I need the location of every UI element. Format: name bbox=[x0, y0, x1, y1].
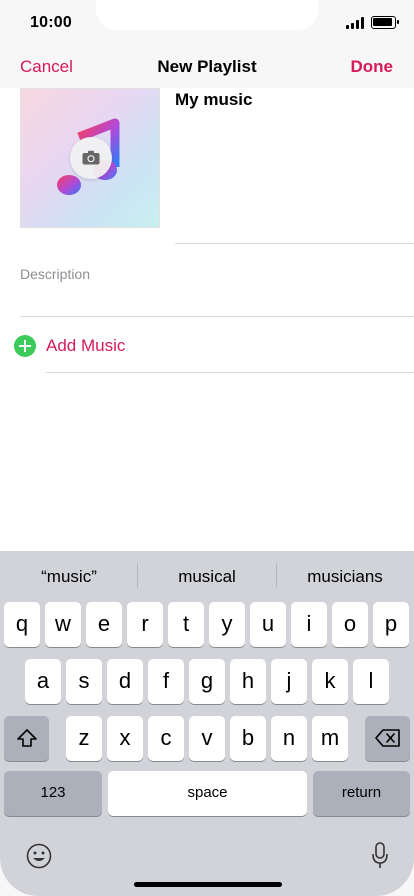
key-k[interactable]: k bbox=[312, 659, 348, 704]
key-h[interactable]: h bbox=[230, 659, 266, 704]
key-w[interactable]: w bbox=[45, 602, 81, 647]
backspace-icon bbox=[374, 729, 400, 747]
notch bbox=[96, 0, 318, 30]
camera-button[interactable] bbox=[70, 137, 112, 179]
key-v[interactable]: v bbox=[189, 716, 225, 761]
playlist-artwork[interactable] bbox=[20, 88, 160, 228]
key-y[interactable]: y bbox=[209, 602, 245, 647]
key-n[interactable]: n bbox=[271, 716, 307, 761]
key-d[interactable]: d bbox=[107, 659, 143, 704]
suggestion-bar: “music” musical musicians bbox=[0, 551, 414, 596]
key-u[interactable]: u bbox=[250, 602, 286, 647]
key-q[interactable]: q bbox=[4, 602, 40, 647]
suggestion-1[interactable]: “music” bbox=[0, 567, 138, 587]
done-button[interactable]: Done bbox=[351, 57, 394, 77]
emoji-icon[interactable] bbox=[26, 843, 52, 869]
key-s[interactable]: s bbox=[66, 659, 102, 704]
numbers-key[interactable]: 123 bbox=[4, 771, 102, 816]
suggestion-2[interactable]: musical bbox=[138, 567, 276, 587]
key-l[interactable]: l bbox=[353, 659, 389, 704]
key-i[interactable]: i bbox=[291, 602, 327, 647]
key-z[interactable]: z bbox=[66, 716, 102, 761]
shift-key[interactable] bbox=[4, 716, 49, 761]
cellular-signal-icon bbox=[346, 17, 366, 29]
screen: 10:00 Cancel New Playlist Done My music … bbox=[0, 0, 414, 896]
camera-icon bbox=[82, 150, 100, 165]
divider bbox=[20, 316, 414, 317]
status-bar: 10:00 bbox=[0, 0, 414, 44]
key-x[interactable]: x bbox=[107, 716, 143, 761]
key-a[interactable]: a bbox=[25, 659, 61, 704]
suggestion-3[interactable]: musicians bbox=[276, 567, 414, 587]
playlist-name-field[interactable]: My music bbox=[175, 90, 252, 110]
shift-icon bbox=[16, 729, 37, 747]
key-b[interactable]: b bbox=[230, 716, 266, 761]
add-music-label: Add Music bbox=[46, 336, 126, 355]
divider bbox=[46, 372, 414, 373]
keyboard: “music” musical musicians q w e r t y u … bbox=[0, 551, 414, 896]
key-o[interactable]: o bbox=[332, 602, 368, 647]
key-m[interactable]: m bbox=[312, 716, 348, 761]
key-t[interactable]: t bbox=[168, 602, 204, 647]
divider bbox=[175, 243, 414, 244]
battery-icon bbox=[371, 16, 399, 29]
key-p[interactable]: p bbox=[373, 602, 409, 647]
add-icon bbox=[14, 335, 36, 357]
key-j[interactable]: j bbox=[271, 659, 307, 704]
key-f[interactable]: f bbox=[148, 659, 184, 704]
key-r[interactable]: r bbox=[127, 602, 163, 647]
space-key[interactable]: space bbox=[108, 771, 307, 816]
microphone-icon[interactable] bbox=[371, 842, 389, 870]
key-e[interactable]: e bbox=[86, 602, 122, 647]
key-c[interactable]: c bbox=[148, 716, 184, 761]
delete-key[interactable] bbox=[365, 716, 410, 761]
key-g[interactable]: g bbox=[189, 659, 225, 704]
navigation-bar: Cancel New Playlist Done bbox=[0, 44, 414, 88]
cancel-button[interactable]: Cancel bbox=[20, 57, 73, 77]
description-field[interactable]: Description bbox=[20, 266, 90, 282]
home-indicator[interactable] bbox=[134, 882, 282, 887]
status-time: 10:00 bbox=[30, 14, 72, 31]
return-key[interactable]: return bbox=[313, 771, 410, 816]
